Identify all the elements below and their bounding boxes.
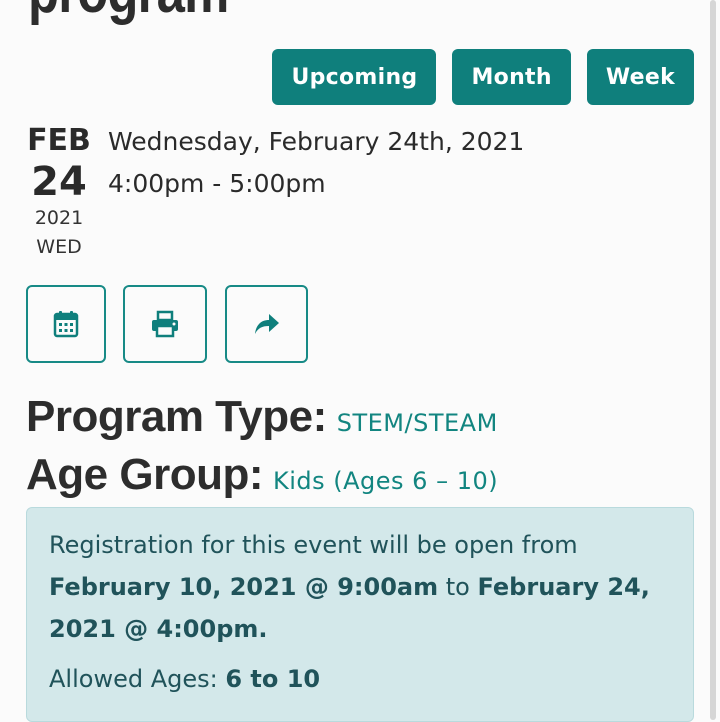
registration-end-punct: . <box>258 615 268 643</box>
date-month: FEB <box>27 123 91 158</box>
allowed-ages-value: 6 to 10 <box>225 665 321 693</box>
date-year: 2021 <box>34 207 84 229</box>
calendar-icon <box>53 310 79 338</box>
month-button[interactable]: Month <box>452 49 571 105</box>
add-to-calendar-button[interactable] <box>26 285 106 363</box>
registration-connector: to <box>445 573 470 601</box>
registration-intro: Registration for this event will be open… <box>49 531 578 559</box>
registration-notice: Registration for this event will be open… <box>26 507 694 722</box>
scrollbar[interactable] <box>710 0 716 720</box>
view-switch: Upcoming Month Week <box>272 49 694 105</box>
program-type-label: Program Type: <box>26 392 327 441</box>
date-badge: FEB 24 2021 WED <box>26 122 92 262</box>
event-time: 4:00pm - 5:00pm <box>108 169 326 198</box>
print-button[interactable] <box>123 285 207 363</box>
program-type-value[interactable]: STEM/STEAM <box>337 409 498 437</box>
share-icon <box>253 312 281 336</box>
scrollbar-thumb[interactable] <box>710 0 716 720</box>
print-icon <box>150 310 180 338</box>
date-day: 24 <box>31 159 87 205</box>
event-full-date: Wednesday, February 24th, 2021 <box>108 127 525 156</box>
age-group-value[interactable]: Kids (Ages 6 – 10) <box>273 467 498 495</box>
date-weekday: WED <box>36 236 82 258</box>
age-group-label: Age Group: <box>26 450 263 499</box>
registration-text: Registration for this event will be open… <box>49 524 671 650</box>
upcoming-button[interactable]: Upcoming <box>272 49 437 105</box>
allowed-ages: Allowed Ages: 6 to 10 <box>49 658 671 700</box>
age-group-row: Age Group: Kids (Ages 6 – 10) <box>26 450 498 500</box>
share-button[interactable] <box>225 285 308 363</box>
allowed-ages-label: Allowed Ages: <box>49 665 218 693</box>
week-button[interactable]: Week <box>586 49 694 105</box>
page-title: program <box>28 0 229 27</box>
program-type-row: Program Type: STEM/STEAM <box>26 392 498 442</box>
registration-open-datetime: February 10, 2021 @ 9:00am <box>49 573 439 601</box>
